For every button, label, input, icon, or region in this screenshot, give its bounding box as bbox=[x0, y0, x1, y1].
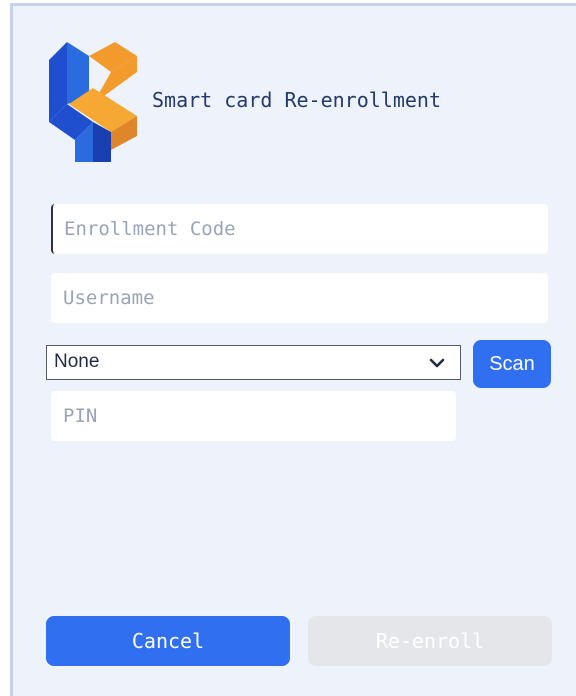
kyvo-logo-icon bbox=[49, 42, 137, 162]
cancel-button[interactable]: Cancel bbox=[46, 616, 290, 666]
username-input[interactable] bbox=[51, 273, 548, 323]
card-reader-select[interactable]: None bbox=[46, 345, 461, 380]
reenrollment-window: Smart card Re-enrollment None Scan Cance… bbox=[10, 3, 576, 696]
enrollment-code-input[interactable] bbox=[51, 204, 548, 254]
chevron-down-icon bbox=[429, 358, 445, 368]
card-reader-selected-value: None bbox=[54, 351, 100, 372]
reenroll-button[interactable]: Re-enroll bbox=[308, 616, 552, 666]
page-title: Smart card Re-enrollment bbox=[152, 88, 441, 112]
scan-button[interactable]: Scan bbox=[473, 340, 551, 388]
pin-input[interactable] bbox=[51, 391, 456, 441]
